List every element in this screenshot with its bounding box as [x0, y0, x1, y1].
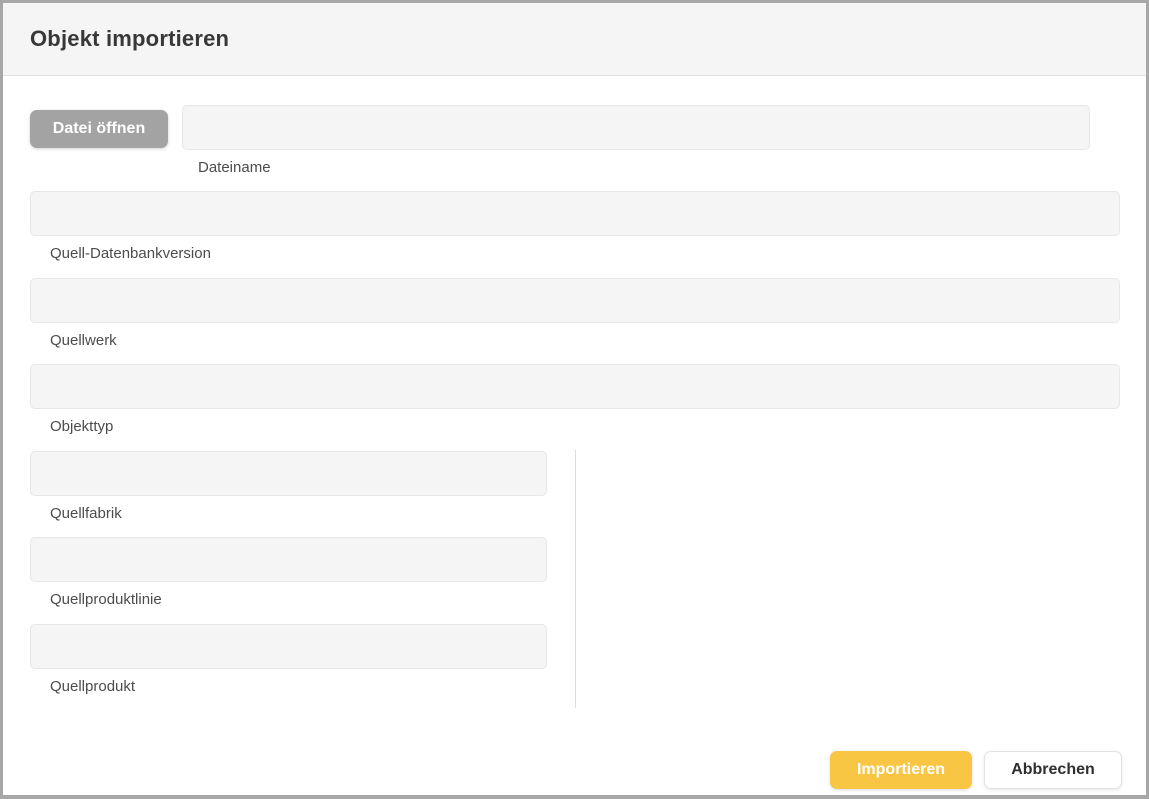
quellprodukt-input[interactable] — [30, 624, 547, 669]
vertical-divider — [575, 450, 576, 708]
quellproduktlinie-input[interactable] — [30, 537, 547, 582]
import-button[interactable]: Importieren — [830, 751, 972, 789]
objekttyp-input[interactable] — [30, 364, 1120, 409]
dateiname-label: Dateiname — [198, 158, 271, 178]
open-file-button[interactable]: Datei öffnen — [30, 110, 168, 148]
dialog-title: Objekt importieren — [30, 26, 229, 52]
import-dialog: Objekt importieren Datei öffnen Dateinam… — [0, 0, 1149, 799]
quellwerk-input[interactable] — [30, 278, 1120, 323]
objekttyp-label: Objekttyp — [50, 417, 113, 437]
quellproduktlinie-label: Quellproduktlinie — [50, 590, 162, 610]
quell-datenbankversion-label: Quell-Datenbankversion — [50, 244, 211, 264]
dateiname-input[interactable] — [182, 105, 1090, 150]
quellwerk-label: Quellwerk — [50, 331, 117, 351]
quell-datenbankversion-input[interactable] — [30, 191, 1120, 236]
quellprodukt-label: Quellprodukt — [50, 677, 135, 697]
quellfabrik-label: Quellfabrik — [50, 504, 122, 524]
cancel-button[interactable]: Abbrechen — [984, 751, 1122, 789]
quellfabrik-input[interactable] — [30, 451, 547, 496]
dialog-header: Objekt importieren — [3, 3, 1146, 76]
